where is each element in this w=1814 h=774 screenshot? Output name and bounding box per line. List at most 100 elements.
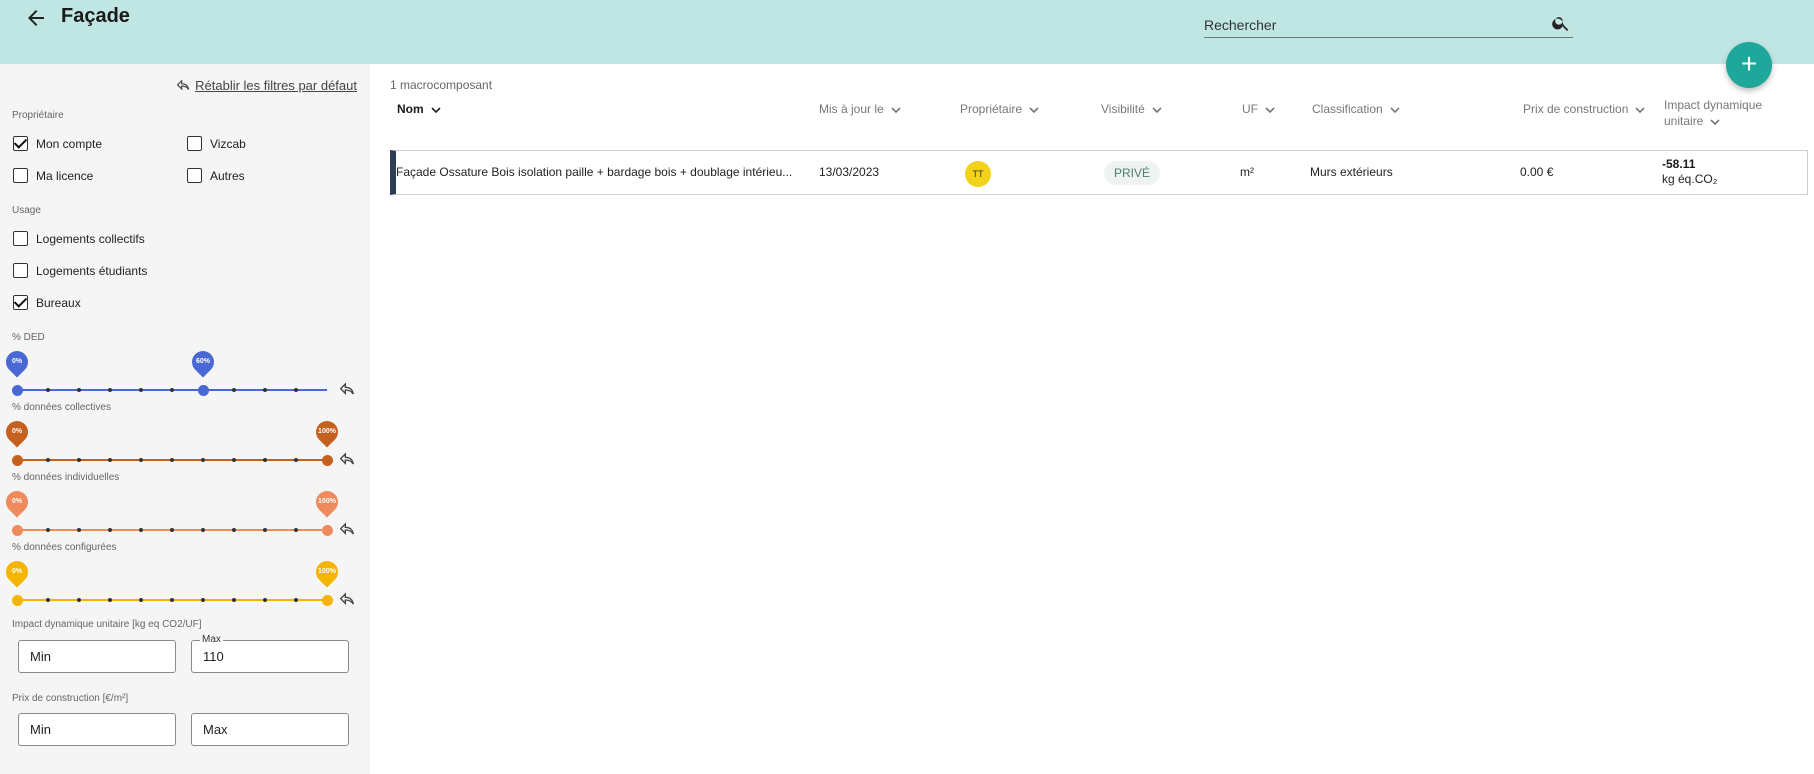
slider-tick bbox=[170, 458, 174, 462]
checkbox-autres[interactable]: Autres bbox=[187, 168, 245, 183]
range-slider[interactable]: 0% 100% bbox=[1, 416, 343, 470]
owner-section-label: Propriétaire bbox=[12, 110, 64, 121]
checkbox-label: Mon compte bbox=[36, 136, 103, 151]
impact-max-label: Max bbox=[200, 634, 223, 645]
column-header-label: Propriétaire bbox=[960, 102, 1023, 116]
row-impact-unit: kg éq.CO₂ bbox=[1662, 172, 1718, 186]
column-header-uf[interactable]: UF bbox=[1242, 101, 1276, 117]
slider-tick bbox=[201, 528, 205, 532]
row-price: 0.00 € bbox=[1520, 165, 1554, 179]
column-header-label: Classification bbox=[1312, 102, 1383, 116]
slider-thumb-max[interactable] bbox=[322, 595, 333, 606]
impact-max-field[interactable]: Max bbox=[191, 634, 349, 673]
checkbox-box[interactable] bbox=[13, 136, 28, 151]
column-header-updated[interactable]: Mis à jour le bbox=[819, 101, 902, 117]
chevron-down-icon bbox=[1152, 107, 1162, 114]
slider-tick bbox=[139, 388, 143, 392]
slider-value-pin-min: 0% bbox=[1, 486, 33, 518]
slider-tick bbox=[170, 528, 174, 532]
column-header-impact[interactable]: Impact dynamique unitaire bbox=[1664, 97, 1762, 129]
checkbox-label: Bureaux bbox=[36, 295, 81, 310]
table-row[interactable]: Façade Ossature Bois isolation paille + … bbox=[390, 150, 1808, 195]
slider-thumb-max[interactable] bbox=[322, 455, 333, 466]
column-header-label: Nom bbox=[397, 102, 424, 116]
column-header-label: Mis à jour le bbox=[819, 102, 884, 116]
undo-icon[interactable] bbox=[340, 382, 356, 398]
search-icon[interactable] bbox=[1551, 13, 1571, 33]
price-min-field[interactable] bbox=[18, 713, 176, 746]
slider-tick bbox=[77, 458, 81, 462]
slider-value-pin-max: 60% bbox=[187, 346, 219, 378]
add-macrocomposant-button[interactable]: + bbox=[1726, 42, 1772, 88]
column-header-classification[interactable]: Classification bbox=[1312, 101, 1401, 117]
slider-value-pin-min: 0% bbox=[1, 346, 33, 378]
slider-tick bbox=[77, 388, 81, 392]
range-slider[interactable]: 0% 100% bbox=[1, 486, 343, 540]
slider-label: % données collectives bbox=[12, 402, 111, 413]
checkbox-label: Autres bbox=[210, 168, 245, 183]
undo-icon[interactable] bbox=[340, 522, 356, 538]
checkbox-box[interactable] bbox=[13, 295, 28, 310]
slider-value-label: 0% bbox=[11, 428, 23, 435]
slider-thumb-min[interactable] bbox=[12, 455, 23, 466]
row-name: Façade Ossature Bois isolation paille + … bbox=[396, 165, 793, 179]
chevron-down-icon bbox=[431, 107, 441, 114]
checkbox-label: Ma licence bbox=[36, 168, 94, 183]
slider-thumb-min[interactable] bbox=[12, 525, 23, 536]
undo-icon[interactable] bbox=[340, 452, 356, 468]
price-max-field[interactable] bbox=[191, 713, 349, 746]
checkbox-vizcab[interactable]: Vizcab bbox=[187, 136, 246, 151]
checkbox-ma-licence[interactable]: Ma licence bbox=[13, 168, 93, 183]
usage-section-label: Usage bbox=[12, 205, 41, 216]
slider-thumb-max[interactable] bbox=[322, 525, 333, 536]
slider-tick bbox=[232, 388, 236, 392]
slider-label: % données individuelles bbox=[12, 472, 120, 483]
reset-filters-link[interactable]: Rétablir les filtres par défaut bbox=[177, 78, 357, 93]
checkbox-box[interactable] bbox=[187, 168, 202, 183]
checkbox-logements-etudiants[interactable]: Logements étudiants bbox=[13, 263, 147, 278]
checkbox-box[interactable] bbox=[13, 231, 28, 246]
column-header-label: Visibilité bbox=[1101, 102, 1145, 116]
checkbox-box[interactable] bbox=[187, 136, 202, 151]
price-min-input[interactable] bbox=[19, 714, 159, 745]
column-header-owner[interactable]: Propriétaire bbox=[960, 101, 1040, 117]
slider-thumb-min[interactable] bbox=[12, 595, 23, 606]
slider-thumb-min[interactable] bbox=[12, 385, 23, 396]
chevron-down-icon bbox=[891, 107, 901, 114]
slider-tick bbox=[139, 458, 143, 462]
slider-tick bbox=[232, 458, 236, 462]
checkbox-logements-collectifs[interactable]: Logements collectifs bbox=[13, 231, 145, 246]
reset-filters-label: Rétablir les filtres par défaut bbox=[195, 78, 357, 93]
slider-thumb-max[interactable] bbox=[198, 385, 209, 396]
range-slider[interactable]: 0% 60% bbox=[1, 346, 327, 400]
impact-min-field[interactable] bbox=[18, 640, 176, 673]
result-count: 1 macrocomposant bbox=[390, 78, 493, 92]
column-header-nom[interactable]: Nom bbox=[397, 101, 442, 117]
column-header-price[interactable]: Prix de construction bbox=[1523, 101, 1646, 117]
slider-tick bbox=[108, 598, 112, 602]
undo-icon[interactable] bbox=[340, 592, 356, 608]
price-max-input[interactable] bbox=[192, 714, 332, 745]
slider-tick bbox=[108, 388, 112, 392]
search-box[interactable] bbox=[1204, 10, 1573, 38]
range-slider[interactable]: 0% 100% bbox=[1, 556, 343, 610]
checkbox-bureaux[interactable]: Bureaux bbox=[13, 295, 81, 310]
checkbox-box[interactable] bbox=[13, 168, 28, 183]
row-impact-value: -58.11 bbox=[1662, 157, 1696, 171]
slider-tick bbox=[294, 458, 298, 462]
impact-min-input[interactable] bbox=[19, 641, 159, 672]
column-header-visibility[interactable]: Visibilité bbox=[1101, 101, 1163, 117]
app-header: Façade bbox=[0, 0, 1814, 64]
impact-max-input[interactable] bbox=[192, 641, 332, 672]
filter-sidebar: Rétablir les filtres par défaut Propriét… bbox=[0, 64, 370, 774]
search-input[interactable] bbox=[1204, 10, 1524, 36]
checkbox-label: Logements collectifs bbox=[36, 231, 145, 246]
slider-tick bbox=[294, 528, 298, 532]
slider-value-label: 0% bbox=[11, 498, 23, 505]
column-header-label-line2: unitaire bbox=[1664, 113, 1721, 129]
checkbox-box[interactable] bbox=[13, 263, 28, 278]
checkbox-mon-compte[interactable]: Mon compte bbox=[13, 136, 102, 151]
slider-tick bbox=[46, 388, 50, 392]
back-arrow-icon[interactable] bbox=[24, 6, 48, 30]
checkbox-label: Logements étudiants bbox=[36, 263, 148, 278]
